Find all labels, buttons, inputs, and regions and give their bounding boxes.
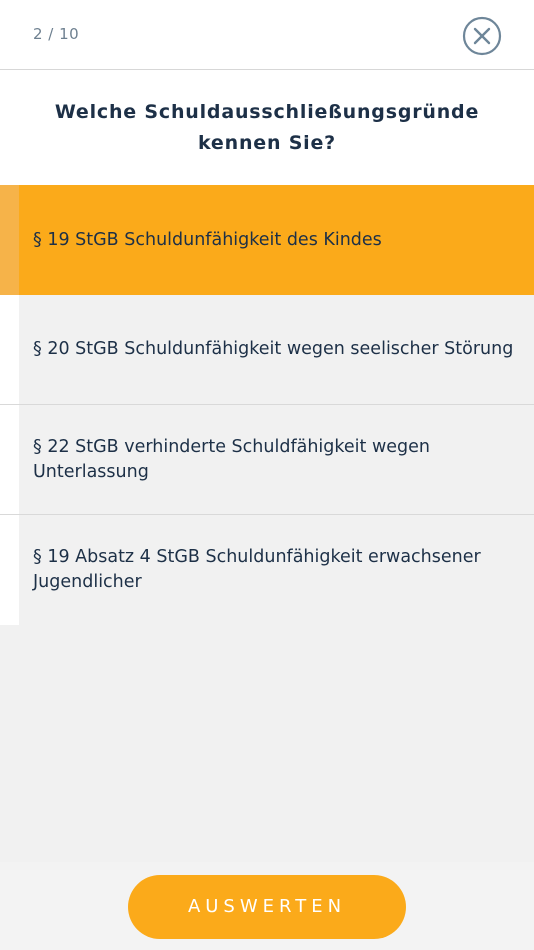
answer-option[interactable]: § 20 StGB Schuldunfähigkeit wegen seelis… <box>0 295 534 405</box>
question-text: Welche Schuldausschließungsgründe kennen… <box>54 101 480 154</box>
answer-option[interactable]: § 19 StGB Schuldunfähigkeit des Kindes <box>0 185 534 295</box>
evaluate-button[interactable]: AUSWERTEN <box>128 875 406 939</box>
answer-option-label: § 22 StGB verhinderte Schuldfähigkeit we… <box>33 436 430 482</box>
question-panel: Welche Schuldausschließungsgründe kennen… <box>0 70 534 185</box>
close-circle-icon <box>462 16 502 56</box>
close-button[interactable] <box>462 16 502 56</box>
answer-options-list: § 19 StGB Schuldunfähigkeit des Kindes §… <box>0 185 534 625</box>
answer-option[interactable]: § 22 StGB verhinderte Schuldfähigkeit we… <box>0 405 534 515</box>
top-bar: 2 / 10 <box>0 0 534 70</box>
answer-option-label: § 19 StGB Schuldunfähigkeit des Kindes <box>33 229 382 250</box>
answer-option-label: § 19 Absatz 4 StGB Schuldunfähigkeit erw… <box>33 547 481 592</box>
footer-bar: AUSWERTEN <box>0 862 534 950</box>
answer-option-label: § 20 StGB Schuldunfähigkeit wegen seelis… <box>33 339 514 359</box>
progress-counter: 2 / 10 <box>33 25 80 43</box>
answer-option[interactable]: § 19 Absatz 4 StGB Schuldunfähigkeit erw… <box>0 515 534 625</box>
